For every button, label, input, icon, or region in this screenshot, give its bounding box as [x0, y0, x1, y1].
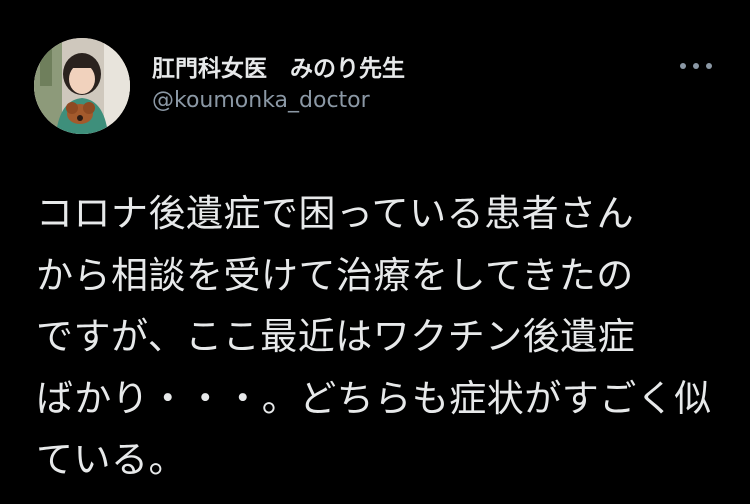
- tweet-text: コロナ後遺症で困っている患者さん から相談を受けて治療をしてきたの ですが、ここ…: [36, 183, 736, 491]
- more-dots-icon: [680, 63, 712, 69]
- tweet-card: 肛門科女医 みのり先生 @koumonka_doctor コロナ後遺症で困ってい…: [0, 0, 750, 504]
- tweet-text-line: ばかり・・・。どちらも症状がすごく似: [36, 376, 712, 420]
- tweet-text-line: から相談を受けて治療をしてきたの: [36, 253, 634, 297]
- author-avatar[interactable]: [34, 38, 130, 134]
- author-names: 肛門科女医 みのり先生 @koumonka_doctor: [152, 54, 405, 116]
- tweet-text-line: ですが、ここ最近はワクチン後遺症: [36, 315, 636, 358]
- avatar-photo-icon: [34, 38, 130, 134]
- tweet-header: 肛門科女医 みのり先生 @koumonka_doctor: [34, 38, 724, 134]
- tweet-text-line: コロナ後遺症で困っている患者さん: [36, 192, 635, 235]
- author-display-name[interactable]: 肛門科女医 みのり先生: [152, 54, 405, 84]
- tweet-text-line: ている。: [36, 438, 186, 481]
- author-handle[interactable]: @koumonka_doctor: [152, 86, 405, 116]
- more-options-button[interactable]: [672, 54, 720, 78]
